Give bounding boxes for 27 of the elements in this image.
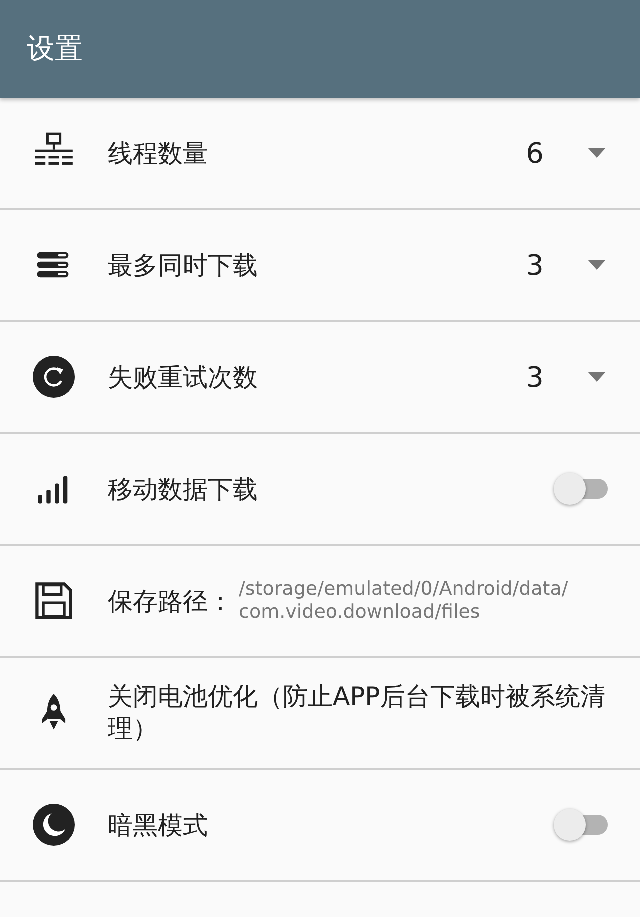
- setting-label: 线程数量: [108, 138, 208, 170]
- toggle-switch[interactable]: [554, 809, 610, 841]
- dropdown-value[interactable]: 6: [526, 136, 544, 170]
- toggle-switch[interactable]: [554, 473, 610, 505]
- settings-row[interactable]: 失败重试次数 3: [0, 322, 640, 434]
- setting-label: 失败重试次数: [108, 362, 258, 394]
- settings-row[interactable]: 保存路径： /storage/emulated/0/Android/data/ com.video.download/files: [0, 546, 640, 658]
- settings-row[interactable]: 暗黑模式: [0, 770, 640, 882]
- dropdown-value[interactable]: 3: [526, 360, 544, 394]
- dropdown-caret-icon[interactable]: [588, 148, 606, 158]
- setting-label: 关闭电池优化（防止APP后台下载时被系统清理）: [108, 680, 606, 745]
- setting-label: 移动数据下载: [108, 474, 258, 506]
- settings-row[interactable]: 移动数据下载: [0, 434, 640, 546]
- path-text: /storage/emulated/0/Android/data/ com.video.download/files: [239, 578, 568, 624]
- refresh-icon: [33, 356, 75, 398]
- dropdown-value[interactable]: 3: [526, 248, 544, 282]
- setting-label: 保存路径：: [108, 586, 233, 618]
- setting-label: 最多同时下载: [108, 250, 258, 282]
- dropdown-caret-icon[interactable]: [588, 260, 606, 270]
- save-icon: [33, 580, 75, 622]
- settings-row[interactable]: 关闭电池优化（防止APP后台下载时被系统清理）: [0, 658, 640, 770]
- page-title: 设置: [27, 31, 83, 67]
- dropdown-caret-icon[interactable]: [588, 372, 606, 382]
- moon-icon: [33, 804, 75, 846]
- setting-label: 暗黑模式: [108, 810, 208, 842]
- settings-row[interactable]: 最多同时下载 3: [0, 210, 640, 322]
- settings-row[interactable]: 线程数量 6: [0, 98, 640, 210]
